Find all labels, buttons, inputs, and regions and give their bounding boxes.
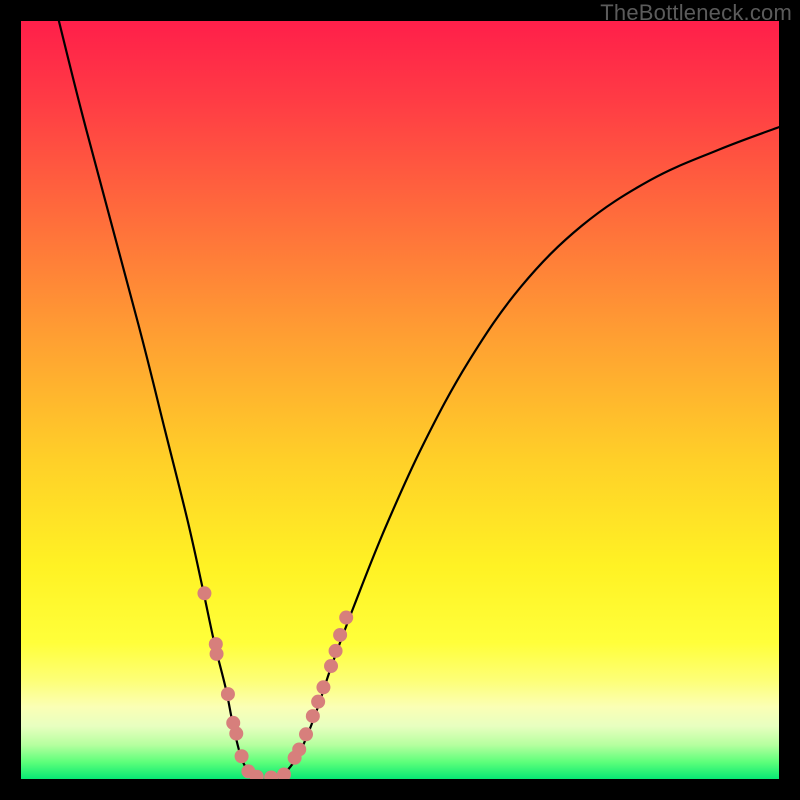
data-point [316,680,330,694]
data-point [311,695,325,709]
data-point [306,709,320,723]
data-point [197,586,211,600]
data-point [324,659,338,673]
data-point [292,742,306,756]
data-point [229,727,243,741]
data-point [333,628,347,642]
data-point [210,647,224,661]
data-point [339,611,353,625]
data-point [329,644,343,658]
chart-frame [21,21,779,779]
chart-canvas [21,21,779,779]
data-point [221,687,235,701]
chart-background [21,21,779,779]
data-point [235,749,249,763]
data-point [299,727,313,741]
